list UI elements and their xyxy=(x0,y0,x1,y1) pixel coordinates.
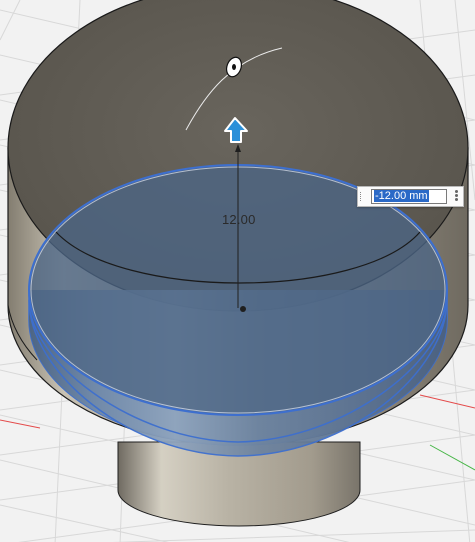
distance-input-value: -12.00 mm xyxy=(374,190,429,202)
input-grip xyxy=(360,192,365,201)
3d-viewport[interactable] xyxy=(0,0,475,542)
dimension-value-label: 12.00 xyxy=(222,212,256,227)
more-vertical-icon[interactable] xyxy=(453,190,459,203)
distance-input-field[interactable]: -12.00 mm xyxy=(371,189,447,204)
dimension-input-box[interactable]: -12.00 mm xyxy=(357,186,464,207)
